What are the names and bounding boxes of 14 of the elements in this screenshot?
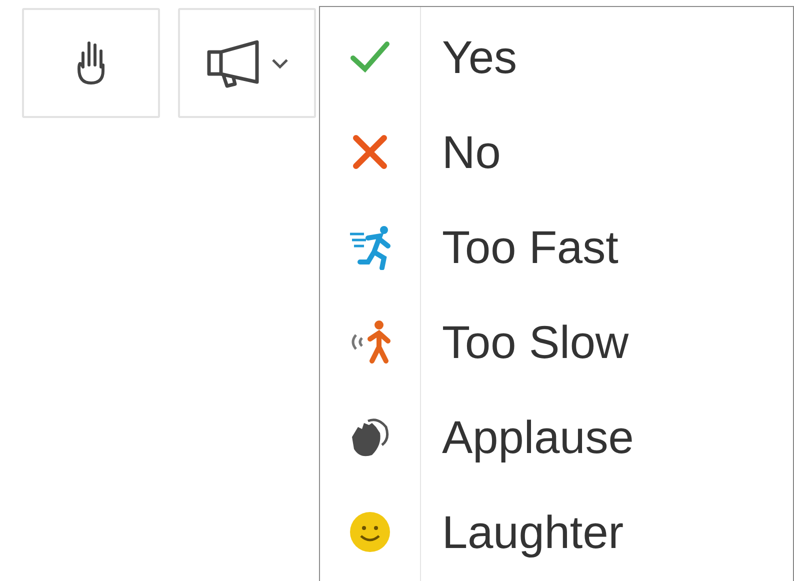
menu-item[interactable]: Applause: [320, 389, 793, 484]
menu-item[interactable]: No: [320, 104, 793, 199]
menu-item[interactable]: Yes: [320, 9, 793, 104]
menu-item[interactable]: Too Slow: [320, 294, 793, 389]
running-person-icon: [348, 224, 392, 270]
menu-item[interactable]: Too Fast: [320, 199, 793, 294]
cross-icon: [352, 134, 388, 170]
raise-hand-button[interactable]: [22, 8, 160, 118]
menu-item[interactable]: Laughter: [320, 484, 793, 579]
caret-icon: [271, 58, 289, 68]
smiley-face-icon: [349, 510, 391, 552]
feedback-dropdown-button[interactable]: [178, 8, 316, 118]
checkmark-icon: [350, 40, 390, 72]
raised-hand-icon: [75, 39, 107, 87]
